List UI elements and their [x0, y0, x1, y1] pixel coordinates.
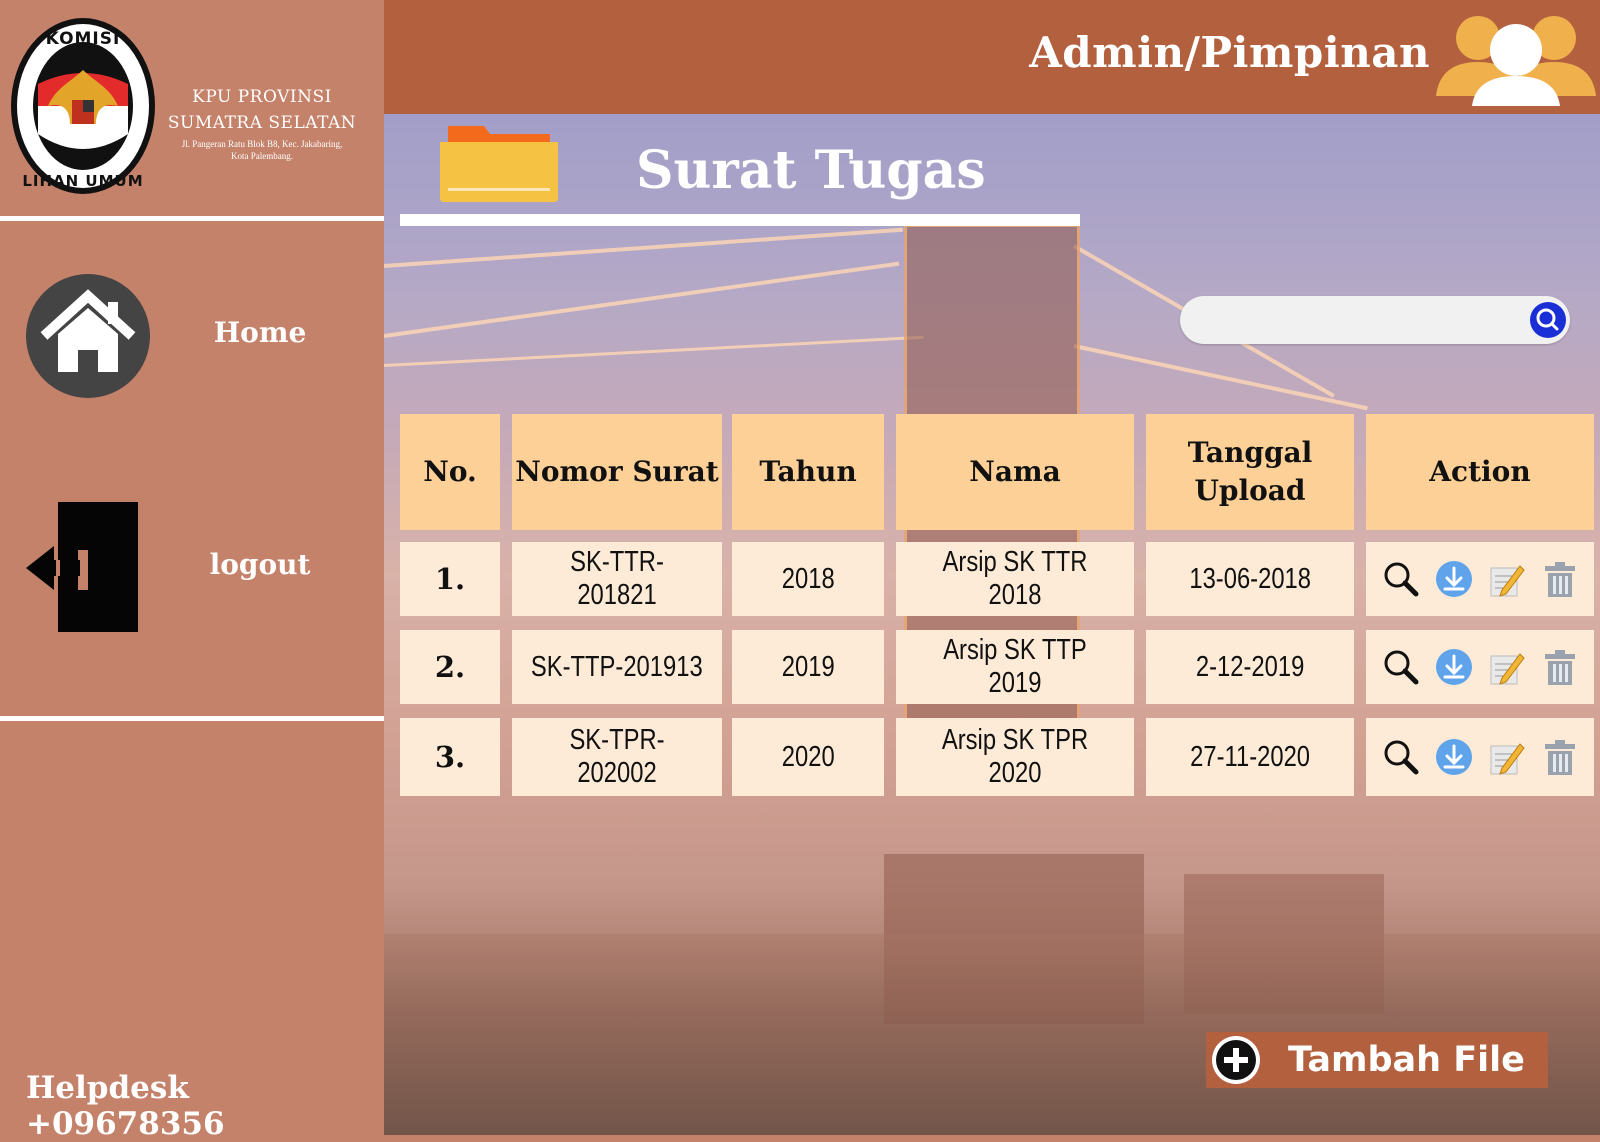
helpdesk-contact: Helpdesk +09678356: [26, 1070, 225, 1142]
user-role-label: Admin/Pimpinan: [1029, 28, 1430, 77]
table-row-3-actions: [1366, 718, 1594, 796]
col-header-tanggal-upload: Tanggal Upload: [1146, 414, 1354, 530]
table-row-1-nomor: SK-TTR-201821: [512, 542, 722, 616]
org-name-line1: KPU PROVINSI: [192, 87, 332, 107]
edit-icon[interactable]: [1488, 738, 1526, 776]
table-row-2-no: 2.: [400, 630, 500, 704]
col-header-nomor-surat: Nomor Surat: [512, 414, 722, 530]
table-row-2-tanggal: 2-12-2019: [1146, 630, 1354, 704]
delete-icon[interactable]: [1541, 738, 1579, 776]
col-header-no: No.: [400, 414, 500, 530]
delete-icon[interactable]: [1541, 560, 1579, 598]
download-icon[interactable]: [1435, 648, 1473, 686]
org-name-line2: SUMATRA SELATAN: [167, 113, 357, 133]
sidebar-divider-top: [0, 216, 384, 221]
nav-home-label: Home: [213, 316, 307, 349]
search-input[interactable]: [1200, 304, 1524, 338]
nav-logout-label: logout: [209, 548, 311, 581]
download-icon[interactable]: [1435, 560, 1473, 598]
users-icon[interactable]: [1436, 6, 1596, 106]
search-icon: [1536, 308, 1559, 331]
main-area: Admin/Pimpinan Surat Tugas No. Nomor Sur…: [384, 0, 1600, 1135]
view-icon[interactable]: [1382, 738, 1420, 776]
org-address-line1: Jl. Pangeran Ratu Blok B8, Kec. Jakabari…: [181, 139, 343, 149]
svg-text:KOMISI: KOMISI: [46, 29, 121, 49]
table-row-3-nomor: SK-TPR-202002: [512, 718, 722, 796]
logout-icon: [26, 502, 138, 632]
title-underline: [400, 214, 1080, 226]
delete-icon[interactable]: [1541, 648, 1579, 686]
search-button[interactable]: [1530, 302, 1566, 338]
table-row-1-actions: [1366, 542, 1594, 616]
col-header-action: Action: [1366, 414, 1594, 530]
table-row-3-tahun: 2020: [732, 718, 884, 796]
table-row-1-no: 1.: [400, 542, 500, 616]
col-header-nama: Nama: [896, 414, 1134, 530]
table-row-1-tanggal: 13-06-2018: [1146, 542, 1354, 616]
table-row-3-tanggal: 27-11-2020: [1146, 718, 1354, 796]
table-row-2-tahun: 2019: [732, 630, 884, 704]
table-row-1-nama: Arsip SK TTR 2018: [896, 542, 1134, 616]
table-row-2-actions: [1366, 630, 1594, 704]
edit-icon[interactable]: [1488, 648, 1526, 686]
table-row-1-tahun: 2018: [732, 542, 884, 616]
search-bar: [1180, 296, 1570, 344]
svg-text:LIHAN UMUM: LIHAN UMUM: [22, 172, 143, 190]
table-row-3-no: 3.: [400, 718, 500, 796]
organization-info: KPU PROVINSI SUMATRA SELATAN Jl. Pangera…: [160, 84, 364, 162]
view-icon[interactable]: [1382, 560, 1420, 598]
add-file-button[interactable]: Tambah File: [1206, 1032, 1548, 1088]
edit-icon[interactable]: [1488, 560, 1526, 598]
view-icon[interactable]: [1382, 648, 1420, 686]
home-icon: [26, 274, 150, 398]
table-row-3-nama: Arsip SK TPR 2020: [896, 718, 1134, 796]
download-icon[interactable]: [1435, 738, 1473, 776]
table-row-2-nomor: SK-TTP-201913: [512, 630, 722, 704]
nav-item-logout[interactable]: logout: [0, 502, 384, 642]
sidebar: KOMISI LIHAN UMUM KPU PROVINSI SUMATRA S…: [0, 0, 384, 1142]
org-address-line2: Kota Palembang.: [231, 151, 293, 161]
sidebar-divider-bottom: [0, 716, 384, 721]
add-file-label: Tambah File: [1288, 1040, 1525, 1080]
folder-icon: [440, 126, 558, 202]
col-header-tahun: Tahun: [732, 414, 884, 530]
kpu-logo: KOMISI LIHAN UMUM: [11, 18, 155, 194]
page-title: Surat Tugas: [636, 140, 986, 201]
table-row-2-nama: Arsip SK TTP 2019: [896, 630, 1134, 704]
top-header: Admin/Pimpinan: [384, 0, 1600, 114]
plus-circle-icon: [1212, 1036, 1260, 1084]
background-photo: [384, 114, 1600, 1135]
nav-item-home[interactable]: Home: [0, 274, 384, 414]
